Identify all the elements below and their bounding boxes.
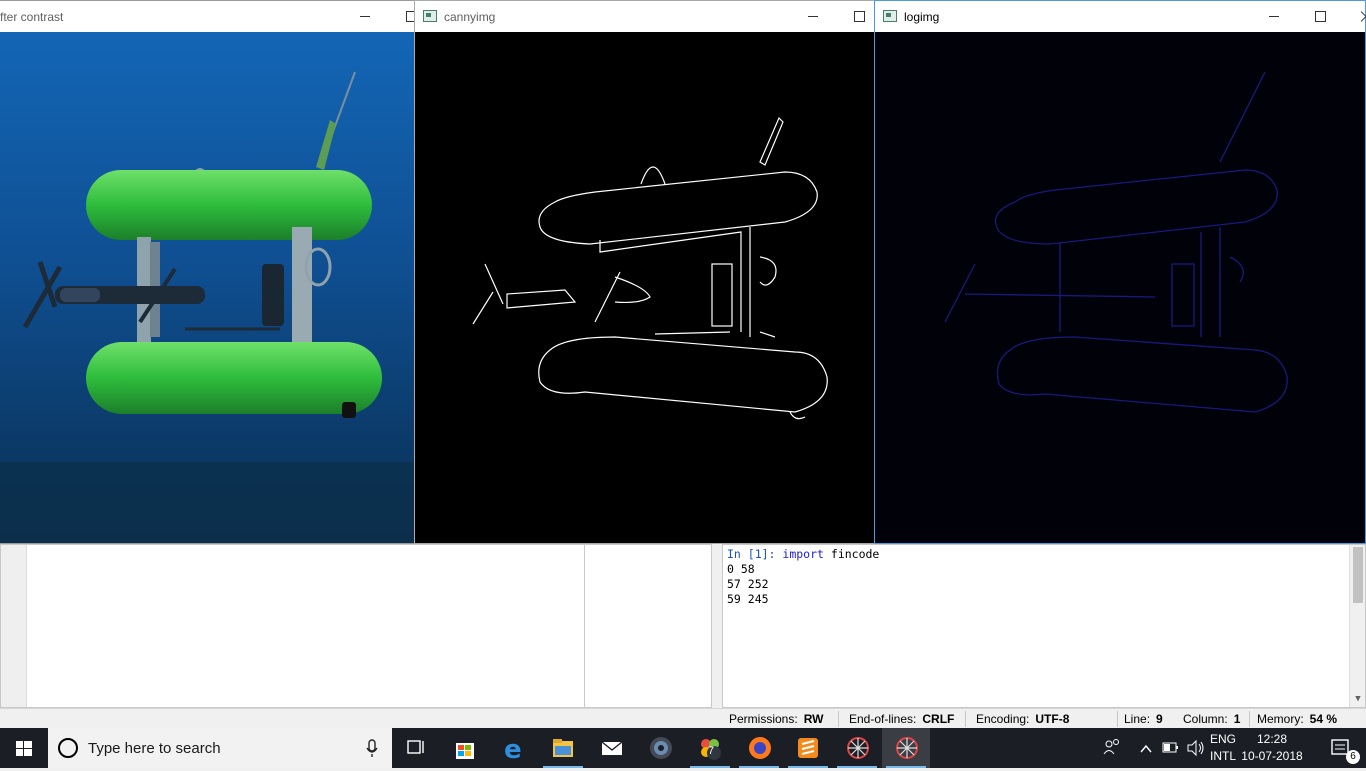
window-title: fter contrast bbox=[0, 10, 64, 24]
window-title: logimg bbox=[904, 10, 940, 24]
window-title: cannyimg bbox=[444, 10, 496, 24]
console-scrollbar[interactable]: ▼ bbox=[1349, 545, 1365, 707]
camera-app-icon[interactable] bbox=[637, 728, 685, 768]
minimize-button[interactable] bbox=[1251, 1, 1297, 32]
editor-gutter bbox=[1, 545, 27, 707]
notification-count-badge: 6 bbox=[1346, 750, 1360, 764]
photos-app-icon[interactable]: 7 bbox=[686, 728, 734, 768]
console-output-line: 57 252 bbox=[727, 577, 769, 591]
minimize-button[interactable] bbox=[790, 1, 836, 32]
clock-date: 10-07-2018 bbox=[1241, 749, 1303, 763]
scrollbar-thumb[interactable] bbox=[1353, 547, 1363, 603]
console-prompt: In [1]: bbox=[727, 547, 776, 561]
task-view-icon[interactable] bbox=[392, 728, 440, 768]
windows-logo-icon bbox=[16, 741, 32, 756]
window-titlebar[interactable]: fter contrast bbox=[0, 1, 417, 32]
console-output-line: 59 245 bbox=[727, 592, 769, 606]
people-icon[interactable] bbox=[1100, 728, 1124, 768]
edge-browser-icon[interactable]: e bbox=[490, 728, 538, 768]
close-button[interactable] bbox=[1343, 1, 1366, 32]
ide-background: In [1]: import fincode 0 58 57 252 59 24… bbox=[0, 540, 1366, 728]
firefox-icon[interactable] bbox=[735, 728, 783, 768]
image-cannyimg bbox=[415, 32, 874, 543]
people-badge-count: 7 bbox=[708, 745, 715, 757]
editor-pane[interactable] bbox=[0, 544, 712, 708]
editor-split-divider[interactable] bbox=[584, 545, 585, 707]
taskbar-search-box[interactable]: Type here to search bbox=[48, 728, 392, 768]
status-line: Line: 9 bbox=[1124, 712, 1163, 726]
store-icon[interactable] bbox=[441, 728, 489, 768]
windows-taskbar: Type here to search e 7 ENG INTL 12:28 1… bbox=[0, 728, 1366, 768]
search-circle-icon bbox=[58, 738, 78, 758]
image-after-contrast bbox=[0, 32, 414, 543]
window-logimg[interactable]: logimg bbox=[874, 0, 1366, 544]
underwater-vehicle-image bbox=[0, 32, 414, 543]
maximize-button[interactable] bbox=[1297, 1, 1343, 32]
console-keyword: import bbox=[782, 547, 824, 561]
image-logimg bbox=[875, 32, 1365, 543]
window-titlebar[interactable]: logimg bbox=[875, 1, 1365, 32]
scroll-down-arrow-icon[interactable]: ▼ bbox=[1350, 691, 1366, 707]
chevron-up-icon[interactable] bbox=[1138, 728, 1154, 768]
status-memory: Memory: 54 % bbox=[1257, 712, 1338, 726]
spyder-window-icon[interactable] bbox=[882, 728, 930, 768]
window-after-contrast[interactable]: fter contrast bbox=[0, 0, 417, 544]
canny-edge-image bbox=[415, 32, 874, 543]
spyder-icon[interactable] bbox=[833, 728, 881, 768]
console-module: fincode bbox=[830, 547, 880, 561]
status-encoding: Encoding: UTF-8 bbox=[976, 712, 1070, 726]
svg-text:e: e bbox=[504, 735, 522, 765]
console-output-line: 0 58 bbox=[727, 562, 755, 576]
mail-icon[interactable] bbox=[588, 728, 636, 768]
window-titlebar[interactable]: cannyimg bbox=[415, 1, 874, 32]
status-end-of-lines: End-of-lines: CRLF bbox=[849, 712, 955, 726]
minimize-button[interactable] bbox=[342, 1, 388, 32]
window-cannyimg[interactable]: cannyimg bbox=[414, 0, 875, 544]
status-permissions: Permissions: RW bbox=[729, 712, 824, 726]
ide-statusbar: Permissions: RW End-of-lines: CRLF Encodin… bbox=[0, 708, 1366, 728]
log-edge-image bbox=[875, 32, 1365, 543]
window-app-icon bbox=[883, 10, 897, 22]
file-explorer-icon[interactable] bbox=[539, 728, 587, 768]
ipython-console[interactable]: In [1]: import fincode 0 58 57 252 59 24… bbox=[722, 544, 1366, 708]
clock-time: 12:28 bbox=[1256, 732, 1288, 746]
status-column: Column: 1 bbox=[1183, 712, 1241, 726]
sublime-text-icon[interactable] bbox=[784, 728, 832, 768]
microphone-icon[interactable] bbox=[364, 728, 380, 768]
taskbar-clock[interactable]: 12:28 10-07-2018 bbox=[1232, 731, 1312, 765]
search-placeholder: Type here to search bbox=[88, 740, 221, 757]
console-input-line: In [1]: import fincode bbox=[727, 547, 1361, 562]
window-app-icon bbox=[423, 10, 437, 22]
volume-icon[interactable] bbox=[1184, 728, 1206, 768]
start-button[interactable] bbox=[0, 728, 48, 768]
action-center-icon[interactable]: 6 bbox=[1318, 728, 1366, 768]
battery-icon[interactable] bbox=[1160, 728, 1180, 768]
